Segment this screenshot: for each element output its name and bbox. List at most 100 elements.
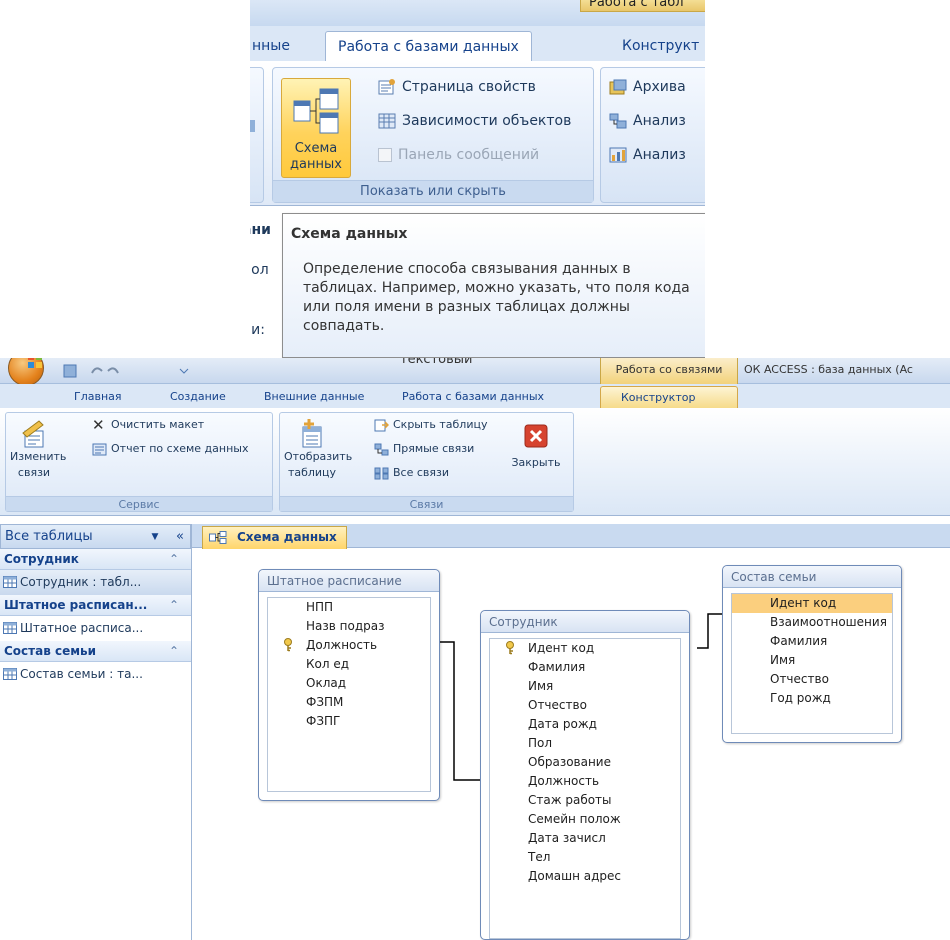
field[interactable]: Оклад bbox=[268, 674, 430, 693]
field[interactable]: Назв подраз bbox=[268, 617, 430, 636]
nav-item-label: Сотрудник : табл... bbox=[20, 575, 142, 589]
context-tab-relationships[interactable]: Работа со связями bbox=[600, 358, 738, 384]
hide-table-label: Скрыть таблицу bbox=[393, 418, 488, 431]
chevron-up-icon[interactable]: ⌃ bbox=[169, 549, 179, 569]
schema-report-button[interactable]: Отчет по схеме данных bbox=[92, 441, 248, 457]
schema-button[interactable]: Схема данных bbox=[281, 78, 351, 178]
context-tab-table-tools[interactable]: Работа с табл bbox=[580, 0, 705, 12]
field[interactable]: Образование bbox=[490, 753, 680, 772]
nav-item-family-table[interactable]: Состав семьи : та... bbox=[0, 662, 191, 687]
field-list: Идент код Фамилия Имя Отчество Дата рожд… bbox=[489, 638, 681, 939]
tab-external-data[interactable]: нные bbox=[250, 31, 302, 62]
edit-links-label: Изменить связи bbox=[10, 449, 67, 481]
field[interactable]: Фамилия bbox=[490, 658, 680, 677]
property-sheet-button[interactable]: Страница свойств bbox=[378, 74, 536, 100]
hide-table-button[interactable]: Скрыть таблицу bbox=[374, 417, 488, 433]
schema-button-label: Схема данных bbox=[282, 141, 350, 173]
field-selected[interactable]: Идент код bbox=[732, 594, 892, 613]
ribbon-body: Изменить связи ✕ Очистить макет Отчет по … bbox=[0, 408, 950, 516]
document-tab-schema[interactable]: Схема данных bbox=[202, 526, 347, 549]
archive-button[interactable]: Архива bbox=[609, 74, 686, 100]
field[interactable]: Должность bbox=[490, 772, 680, 791]
chevron-up-icon[interactable]: ⌃ bbox=[169, 595, 179, 615]
field-label: Идент код bbox=[528, 641, 595, 655]
field[interactable]: Отчество bbox=[732, 670, 892, 689]
field-list: НПП Назв подраз Должность Кол ед Оклад Ф… bbox=[267, 597, 431, 792]
archive-label: Архива bbox=[633, 79, 686, 95]
tab-database-tools[interactable]: Работа с базами данных bbox=[325, 31, 532, 62]
field[interactable]: Дата зачисл bbox=[490, 829, 680, 848]
ribbon-tabs: нные Работа с базами данных Конструкт bbox=[250, 26, 705, 62]
collapse-pane-icon[interactable]: « bbox=[176, 525, 184, 548]
edit-links-button[interactable]: Изменить связи bbox=[10, 419, 67, 489]
dropdown-icon[interactable]: ▼ bbox=[148, 531, 162, 543]
field[interactable]: Имя bbox=[490, 677, 680, 696]
office-button[interactable] bbox=[8, 358, 44, 386]
close-button[interactable]: Закрыть bbox=[506, 423, 566, 483]
table-family[interactable]: Состав семьи Идент код Взаимоотношения Ф… bbox=[722, 565, 902, 743]
tab-create[interactable]: Создание bbox=[170, 386, 226, 408]
field[interactable]: ФЗПГ bbox=[268, 712, 430, 731]
title-strip: Работа с табл bbox=[250, 0, 705, 26]
nav-item-staff-table[interactable]: Штатное расписа... bbox=[0, 616, 191, 641]
clear-x-icon: ✕ bbox=[92, 415, 105, 434]
table-employee[interactable]: Сотрудник Идент код Фамилия Имя Отчество… bbox=[480, 610, 690, 940]
hide-table-icon bbox=[374, 419, 389, 431]
field[interactable]: ФЗПМ bbox=[268, 693, 430, 712]
archive-icon bbox=[609, 79, 627, 95]
nav-pane-header[interactable]: Все таблицы ▼ « bbox=[0, 524, 191, 549]
tab-external-data[interactable]: Внешние данные bbox=[264, 386, 364, 408]
office-logo-icon bbox=[28, 358, 42, 368]
link-staff-employee bbox=[440, 641, 480, 781]
field-primary-key[interactable]: Должность bbox=[268, 636, 430, 655]
nav-group-label: Сотрудник bbox=[4, 552, 79, 566]
message-bar-checkbox[interactable]: Панель сообщений bbox=[378, 142, 539, 168]
field-primary-key[interactable]: Идент код bbox=[490, 639, 680, 658]
tab-home[interactable]: Главная bbox=[74, 386, 122, 408]
bg-fragment-1: ани bbox=[250, 222, 271, 238]
schema-label-line2: данных bbox=[290, 157, 342, 172]
table-staff[interactable]: Штатное расписание НПП Назв подраз Должн… bbox=[258, 569, 440, 801]
object-dependencies-button[interactable]: Зависимости объектов bbox=[378, 108, 571, 134]
field[interactable]: Год рожд bbox=[732, 689, 892, 708]
nav-item-label: Состав семьи : та... bbox=[20, 667, 143, 681]
nav-group-employee[interactable]: Сотрудник ⌃ bbox=[0, 549, 191, 570]
analyze-icon bbox=[609, 113, 627, 129]
edit-links-icon bbox=[22, 420, 44, 448]
key-icon bbox=[506, 641, 514, 655]
field[interactable]: Домашн адрес bbox=[490, 867, 680, 886]
nav-group-family[interactable]: Состав семьи ⌃ bbox=[0, 641, 191, 662]
close-icon bbox=[524, 424, 548, 448]
hidden-header-text: текстовый bbox=[400, 358, 473, 367]
nav-group-staff[interactable]: Штатное расписан... ⌃ bbox=[0, 595, 191, 616]
clear-layout-button[interactable]: ✕ Очистить макет bbox=[92, 417, 204, 433]
field[interactable]: Имя bbox=[732, 651, 892, 670]
direct-links-button[interactable]: Прямые связи bbox=[374, 441, 474, 457]
field[interactable]: Фамилия bbox=[732, 632, 892, 651]
tab-designer[interactable]: Конструктор bbox=[600, 386, 738, 408]
tab-database-tools[interactable]: Работа с базами данных bbox=[402, 386, 544, 408]
chevron-up-icon[interactable]: ⌃ bbox=[169, 641, 179, 661]
field[interactable]: Отчество bbox=[490, 696, 680, 715]
field[interactable]: Стаж работы bbox=[490, 791, 680, 810]
field[interactable]: НПП bbox=[268, 598, 430, 617]
field[interactable]: Тел bbox=[490, 848, 680, 867]
field[interactable]: Кол ед bbox=[268, 655, 430, 674]
tab-designer[interactable]: Конструкт bbox=[610, 31, 705, 62]
show-table-button[interactable]: Отобразить таблицу bbox=[284, 419, 352, 499]
direct-links-icon bbox=[374, 443, 389, 455]
analyze-button-1[interactable]: Анализ bbox=[609, 108, 686, 134]
nav-item-employee-table[interactable]: Сотрудник : табл... bbox=[0, 570, 191, 595]
app-title: ОК ACCESS : база данных (Ac bbox=[744, 363, 913, 376]
field[interactable]: Семейн полож bbox=[490, 810, 680, 829]
field[interactable]: Взаимоотношения bbox=[732, 613, 892, 632]
quick-access-toolbar[interactable] bbox=[60, 363, 190, 379]
edit-links-line1: Изменить bbox=[10, 450, 67, 463]
table-title: Состав семьи bbox=[723, 566, 901, 588]
analyze-button-2[interactable]: Анализ bbox=[609, 142, 686, 168]
close-label: Закрыть bbox=[511, 456, 561, 469]
field[interactable]: Пол bbox=[490, 734, 680, 753]
relationships-icon bbox=[209, 531, 227, 544]
field[interactable]: Дата рожд bbox=[490, 715, 680, 734]
all-links-button[interactable]: Все связи bbox=[374, 465, 449, 481]
